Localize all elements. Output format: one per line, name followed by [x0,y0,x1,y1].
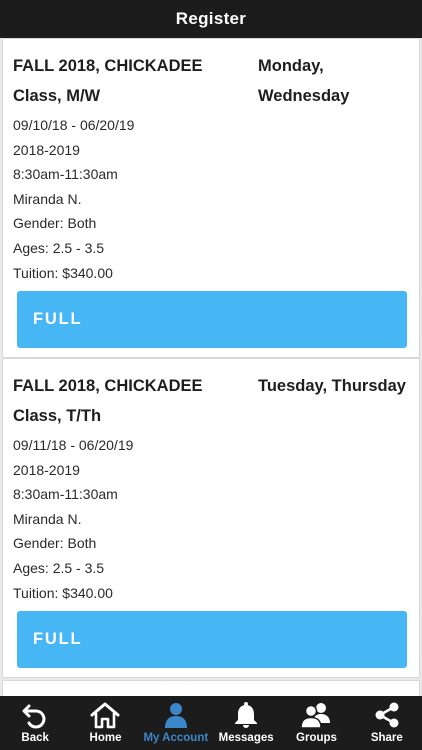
header-bar: Register [0,0,422,38]
class-time: 8:30am-11:30am [13,486,118,503]
bell-icon [230,700,262,730]
tab-groups[interactable]: Groups [281,696,351,750]
tab-home[interactable]: Home [70,696,140,750]
tab-label: Groups [296,732,337,744]
tab-messages[interactable]: Messages [211,696,281,750]
class-days: Monday, Wednesday [258,57,350,105]
class-year: 2018-2019 [13,141,80,158]
share-icon [371,700,403,730]
class-teacher: Miranda N. [13,190,82,207]
full-button[interactable]: FULL [17,611,407,668]
class-tuition: Tuition: $340.00 [13,584,113,601]
class-teacher: Miranda N. [13,510,82,527]
class-ages: Ages: 2.5 - 3.5 [13,239,105,256]
class-ages: Ages: 2.5 - 3.5 [13,559,105,576]
class-card: FALL 2018, CHICKADEE Class, T/Th Tuesday… [2,358,420,678]
class-tuition: Tuition: $340.00 [13,264,113,281]
bottom-tab-bar: Back Home My Account Messages Groups Sha… [0,696,422,750]
class-title: FALL 2018, CHICKADEE Class, M/W [13,57,203,105]
class-dates: 09/10/18 - 06/20/19 [13,117,135,133]
class-year: 2018-2019 [13,461,80,478]
full-button[interactable]: FULL [17,291,407,348]
back-icon [19,700,51,730]
user-icon [160,700,192,730]
home-icon [89,700,121,730]
page-title: Register [175,9,247,28]
class-card-partial [2,680,420,696]
tab-my-account[interactable]: My Account [141,696,211,750]
class-card: FALL 2018, CHICKADEE Class, M/W Monday, … [2,38,420,358]
tab-back[interactable]: Back [0,696,70,750]
tab-label: Home [89,732,122,744]
class-title: FALL 2018, CHICKADEE Class, T/Th [13,377,203,425]
tab-label: Back [21,732,49,744]
group-icon [300,700,332,730]
class-gender: Gender: Both [13,215,97,232]
class-days: Tuesday, Thursday [258,377,406,395]
tab-label: Share [370,732,403,744]
class-gender: Gender: Both [13,535,97,552]
class-time: 8:30am-11:30am [13,166,118,183]
class-list[interactable]: FALL 2018, CHICKADEE Class, M/W Monday, … [0,38,422,696]
class-details: 09/11/18 - 06/20/19 2018-2019 8:30am-11:… [13,433,133,605]
tab-label: Messages [218,732,274,744]
class-details: 09/10/18 - 06/20/19 2018-2019 8:30am-11:… [13,113,134,285]
tab-share[interactable]: Share [352,696,422,750]
tab-label: My Account [143,732,209,744]
class-dates: 09/11/18 - 06/20/19 [13,437,134,453]
